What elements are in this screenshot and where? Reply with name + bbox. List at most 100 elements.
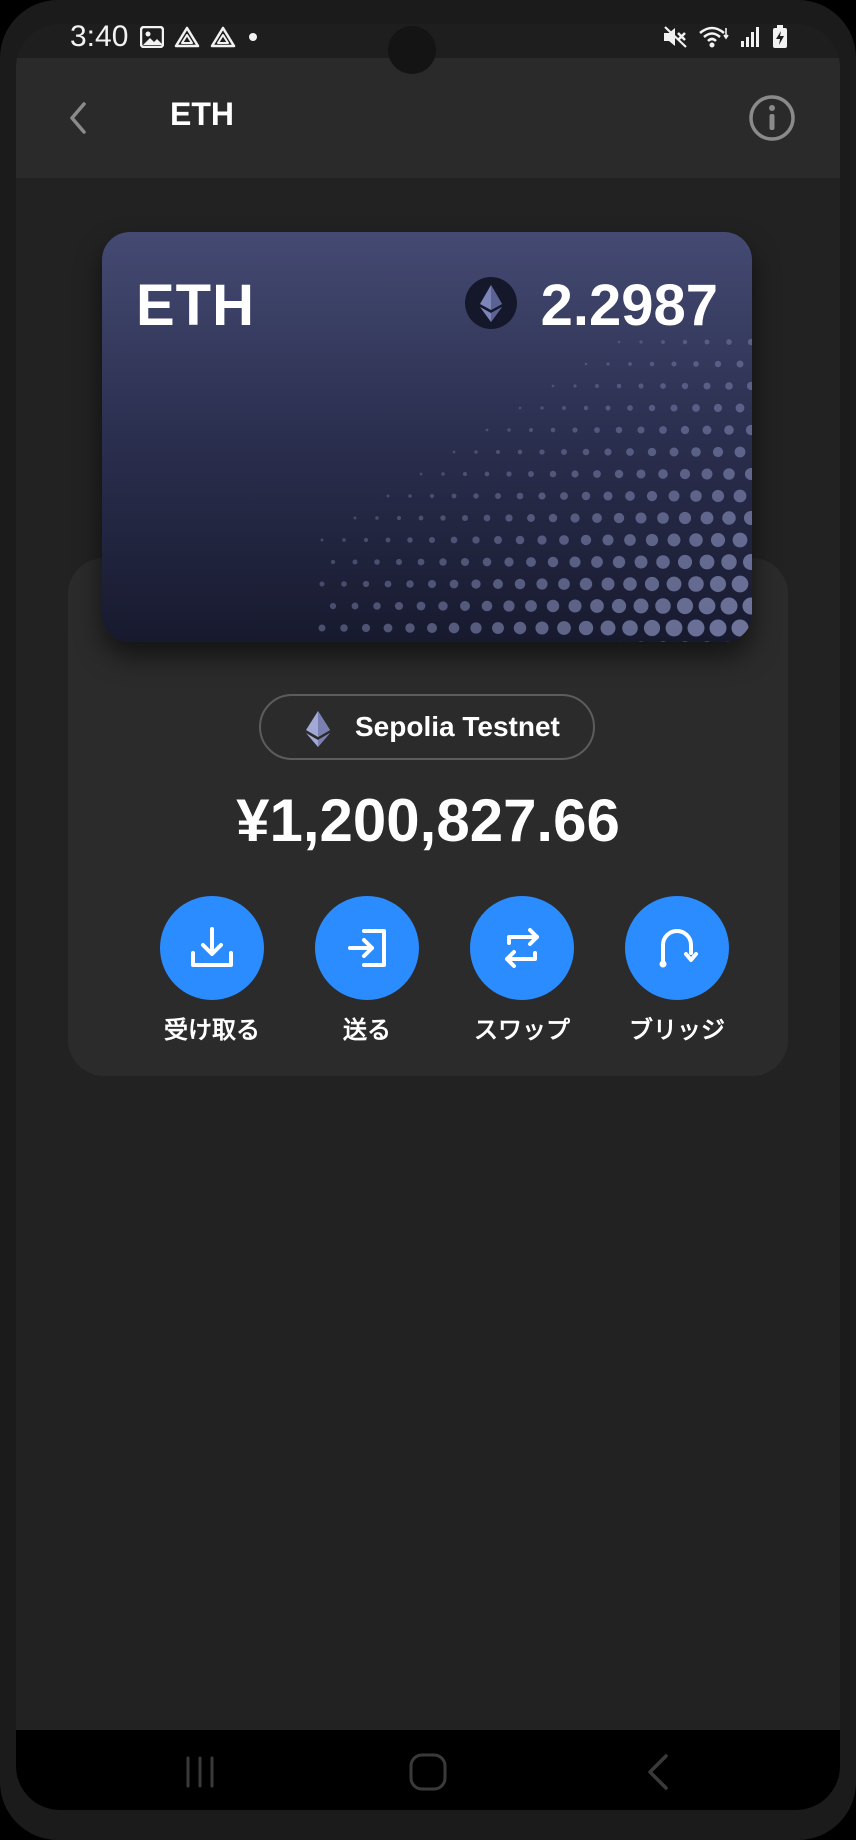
card-pattern-dot bbox=[482, 557, 492, 567]
swap-label: スワップ bbox=[474, 1016, 570, 1044]
card-pattern-dot bbox=[374, 559, 380, 565]
card-pattern-dot bbox=[600, 620, 616, 636]
card-pattern-dot bbox=[526, 557, 536, 567]
card-pattern-dot bbox=[677, 554, 693, 570]
card-pattern-dot bbox=[744, 467, 752, 481]
card-pattern-dot bbox=[703, 382, 711, 390]
card-pattern-dot bbox=[474, 450, 478, 454]
card-pattern-dot bbox=[462, 471, 468, 477]
card-pattern-dot bbox=[656, 555, 670, 569]
bridge-button[interactable]: ブリッジ bbox=[607, 896, 747, 1045]
receive-button-circle[interactable] bbox=[160, 896, 264, 1000]
card-pattern-dot bbox=[579, 577, 593, 591]
send-icon bbox=[348, 929, 386, 967]
home-icon[interactable] bbox=[406, 1750, 450, 1794]
card-pattern-dot bbox=[725, 382, 733, 390]
card-pattern-dot bbox=[560, 492, 568, 500]
card-pattern-dot bbox=[440, 515, 446, 521]
card-token-balance: 2.2987 bbox=[540, 273, 718, 338]
card-pattern-dot bbox=[643, 619, 661, 637]
card-pattern-dot bbox=[612, 555, 626, 569]
bridge-button-circle[interactable] bbox=[625, 896, 729, 1000]
card-pattern-dot bbox=[649, 361, 655, 367]
card-pattern-dot bbox=[439, 558, 447, 566]
card-pattern-dot bbox=[573, 384, 577, 388]
info-button[interactable] bbox=[748, 94, 796, 142]
card-pattern-dot bbox=[513, 621, 527, 635]
card-pattern-dot bbox=[504, 557, 514, 567]
token-card: ETH 2.2987 bbox=[102, 232, 752, 642]
card-pattern-dot bbox=[644, 576, 660, 592]
card-pattern-dot bbox=[670, 404, 678, 412]
card-pattern-dot bbox=[668, 490, 680, 502]
drive-icon bbox=[174, 26, 200, 48]
screen: 3:40 ETH ETH 2.2987 Sepolia Testnet ¥1,2… bbox=[16, 24, 840, 1810]
card-pattern-dot bbox=[583, 405, 589, 411]
swap-button-circle[interactable] bbox=[470, 896, 574, 1000]
card-pattern-dot bbox=[493, 579, 503, 589]
card-pattern-dot bbox=[747, 338, 752, 346]
card-pattern-dot bbox=[319, 581, 325, 587]
card-pattern-dot bbox=[550, 427, 556, 433]
card-pattern-dot bbox=[517, 449, 523, 455]
card-pattern-dot bbox=[518, 406, 522, 410]
send-button-circle[interactable] bbox=[315, 896, 419, 1000]
card-pattern-dot bbox=[539, 449, 545, 455]
card-pattern-dot bbox=[671, 361, 677, 367]
swap-button[interactable]: スワップ bbox=[452, 896, 592, 1045]
card-pattern-dot bbox=[681, 382, 689, 390]
image-icon bbox=[140, 26, 164, 48]
card-pattern-dot bbox=[700, 511, 714, 525]
card-pattern-dot bbox=[557, 621, 571, 635]
card-pattern-dot bbox=[602, 534, 614, 546]
receive-button[interactable]: 受け取る bbox=[142, 896, 282, 1045]
card-pattern-dot bbox=[591, 556, 603, 568]
card-pattern-dot bbox=[690, 490, 702, 502]
card-pattern-dot bbox=[594, 427, 600, 433]
card-pattern-dot bbox=[704, 339, 710, 345]
card-pattern-dot bbox=[714, 360, 722, 368]
card-pattern-dot bbox=[735, 403, 745, 413]
card-pattern-dot bbox=[417, 558, 425, 566]
card-pattern-dot bbox=[636, 469, 646, 479]
back-icon[interactable] bbox=[636, 1750, 680, 1794]
card-pattern-dot bbox=[384, 580, 392, 588]
card-pattern-dot bbox=[318, 624, 326, 632]
ethereum-icon bbox=[306, 711, 330, 747]
card-pattern-dot bbox=[375, 516, 379, 520]
fiat-balance: ¥1,200,827.66 bbox=[236, 787, 620, 854]
card-pattern-dot bbox=[528, 471, 534, 477]
card-pattern-dot bbox=[484, 471, 490, 477]
card-pattern-dot bbox=[549, 470, 557, 478]
card-pattern-dot bbox=[748, 641, 752, 642]
card-pattern-dot bbox=[341, 581, 347, 587]
card-pattern-dot bbox=[353, 516, 357, 520]
card-pattern-dot bbox=[682, 339, 688, 345]
back-button[interactable] bbox=[58, 94, 98, 142]
card-pattern-dot bbox=[473, 493, 479, 499]
ethereum-icon bbox=[465, 277, 517, 329]
bridge-icon bbox=[659, 929, 698, 968]
card-pattern-dot bbox=[626, 448, 634, 456]
card-pattern-dot bbox=[743, 510, 752, 526]
card-pattern-dot bbox=[722, 511, 736, 525]
front-camera bbox=[388, 26, 436, 74]
card-pattern-dot bbox=[667, 533, 681, 547]
card-pattern-dot bbox=[691, 447, 701, 457]
network-selector[interactable]: Sepolia Testnet bbox=[259, 694, 595, 760]
card-pattern-dot bbox=[408, 494, 412, 498]
recents-icon[interactable] bbox=[178, 1750, 222, 1794]
card-pattern-dot bbox=[515, 535, 525, 545]
send-button[interactable]: 送る bbox=[297, 896, 437, 1045]
card-pattern-dot bbox=[633, 598, 649, 614]
card-pattern-dot bbox=[460, 557, 470, 567]
card-pattern-dot bbox=[713, 403, 723, 413]
card-pattern-dot bbox=[495, 449, 501, 455]
card-pattern-dot bbox=[494, 492, 502, 500]
card-pattern-dot bbox=[584, 362, 588, 366]
card-pattern-dot bbox=[603, 491, 613, 501]
card-pattern-dot bbox=[578, 620, 594, 636]
phone-frame: 3:40 ETH ETH 2.2987 Sepolia Testnet ¥1,2… bbox=[0, 0, 856, 1840]
action-buttons: 受け取る 送る スワップ ブリッジ bbox=[16, 896, 840, 1056]
card-pattern-dot bbox=[438, 601, 448, 611]
